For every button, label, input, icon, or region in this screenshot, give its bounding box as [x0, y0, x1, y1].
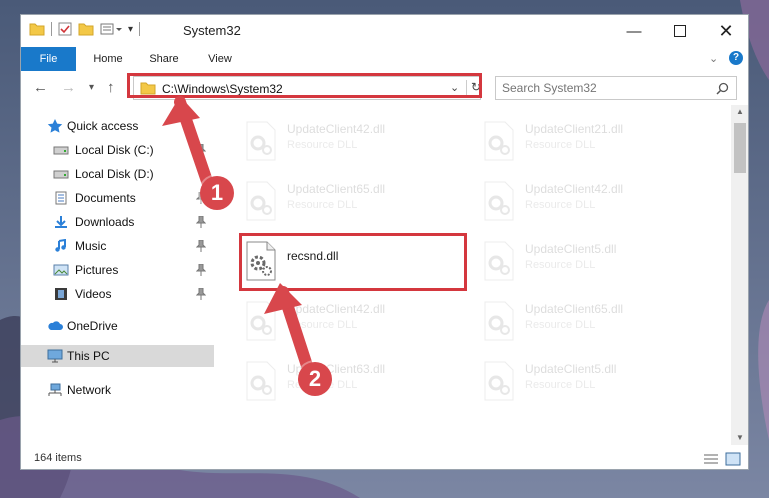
- arrow-2: [264, 283, 316, 381]
- step-1-badge: 1: [200, 176, 234, 210]
- annotation-arrows: [162, 96, 316, 381]
- step-2-badge: 2: [298, 362, 332, 396]
- arrow-1: [162, 96, 216, 196]
